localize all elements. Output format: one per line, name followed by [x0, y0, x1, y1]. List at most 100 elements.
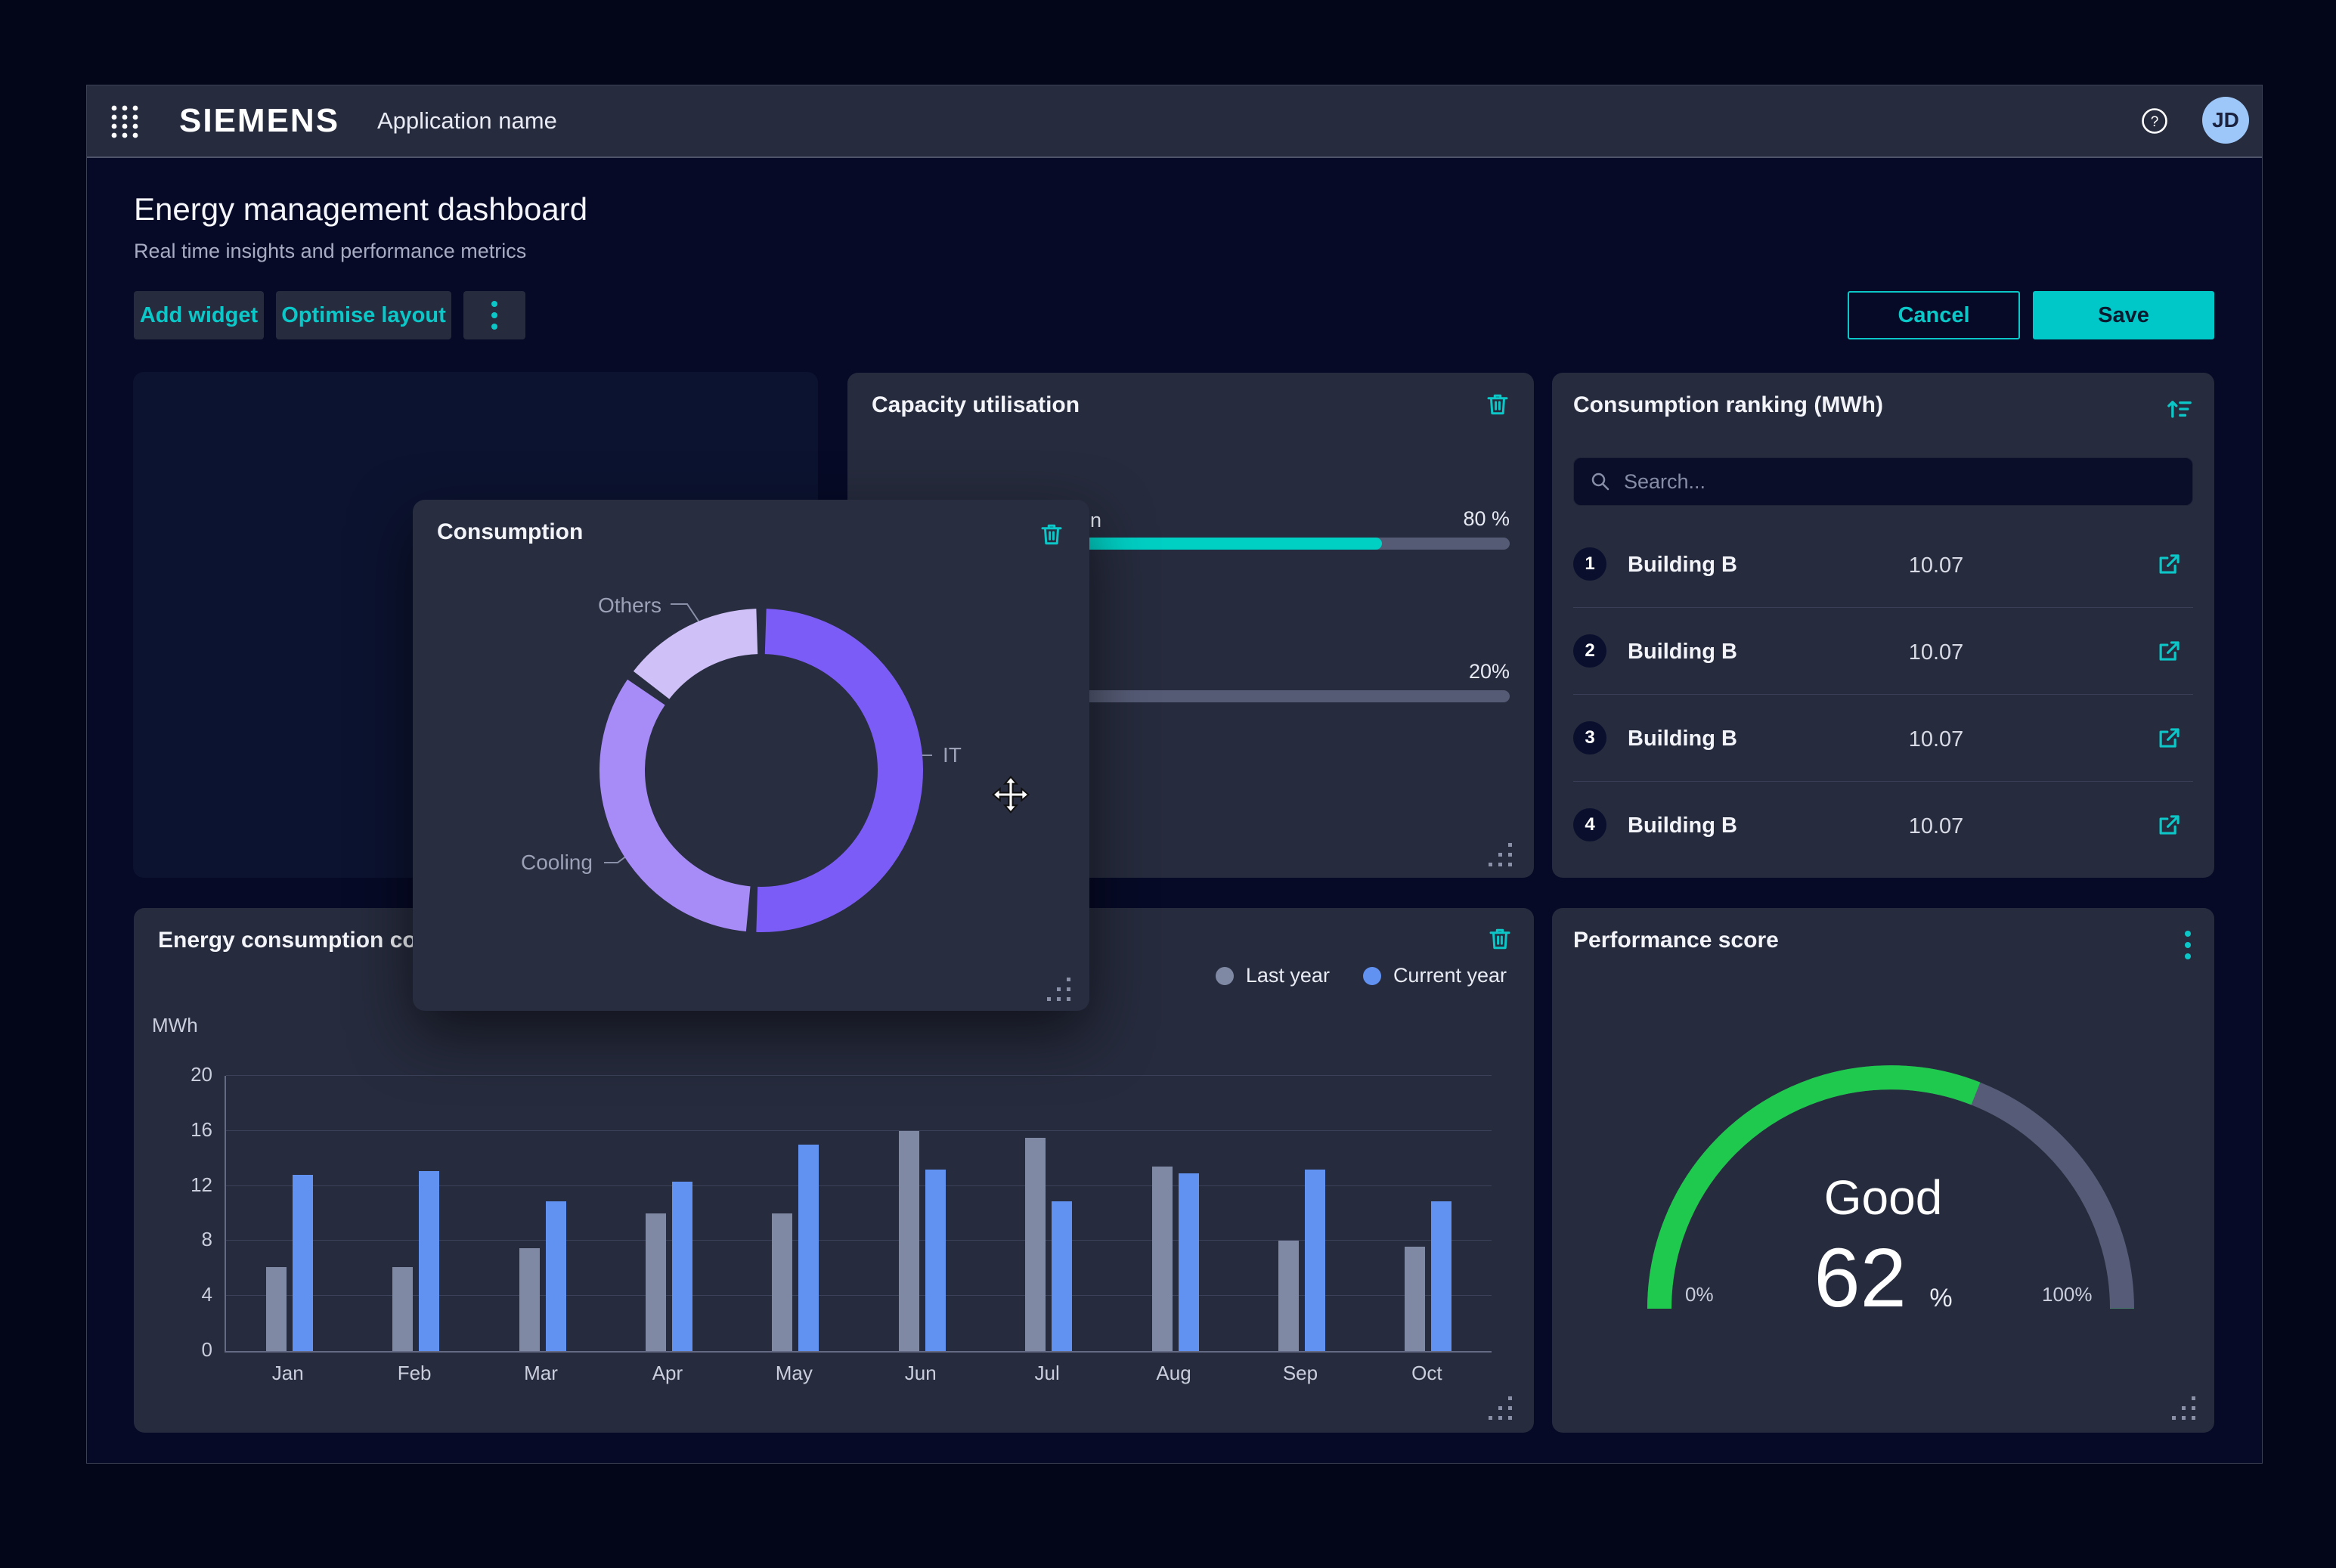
move-cursor — [991, 775, 1030, 814]
capacity-row2-value: 20% — [1469, 660, 1510, 683]
external-link-icon[interactable] — [2155, 637, 2184, 665]
y-axis-label: 12 — [191, 1173, 212, 1197]
page-title: Energy management dashboard — [134, 191, 587, 228]
legend-dot — [1216, 967, 1234, 985]
legend-label: Current year — [1393, 964, 1507, 987]
capacity-row1-label-fragment: n — [1090, 509, 1101, 532]
bar-last-year — [519, 1248, 540, 1352]
trash-icon[interactable] — [1486, 925, 1513, 953]
bar-group — [479, 1076, 606, 1351]
siemens-logo: SIEMENS — [179, 102, 339, 140]
x-axis-label: Mar — [478, 1362, 604, 1385]
bar-group — [1238, 1076, 1365, 1351]
y-axis-labels: 048121620 — [140, 1076, 212, 1351]
screen: SIEMENS Application name ? JD Energy man… — [0, 0, 2336, 1568]
legend-current-year: Current year — [1363, 964, 1507, 987]
rank-badge: 1 — [1573, 547, 1606, 581]
consumption-value: 10.07 — [1883, 727, 1989, 752]
consumption-value: 10.07 — [1883, 814, 1989, 839]
external-link-icon[interactable] — [2155, 724, 2184, 752]
building-name: Building B — [1628, 640, 1737, 665]
search-input[interactable] — [1622, 469, 2177, 494]
bar-last-year — [1025, 1138, 1046, 1351]
score-number: 62 — [1814, 1232, 1906, 1325]
bar-current-year — [1305, 1170, 1325, 1351]
avatar[interactable]: JD — [2202, 97, 2249, 144]
ranking-row[interactable]: 1 Building B 10.07 — [1573, 521, 2193, 608]
building-name: Building B — [1628, 553, 1737, 578]
gauge-status: Good — [1552, 1170, 2214, 1226]
rank-badge: 2 — [1573, 634, 1606, 668]
donut-svg — [413, 500, 1089, 1011]
y-axis-label: 8 — [202, 1228, 212, 1251]
capacity-title: Capacity utilisation — [872, 392, 1080, 418]
help-icon[interactable]: ? — [2141, 107, 2168, 135]
add-widget-button[interactable]: Add widget — [134, 291, 264, 339]
ranking-row[interactable]: 4 Building B 10.07 — [1573, 782, 2193, 868]
bar-group — [606, 1076, 732, 1351]
sort-icon[interactable] — [2164, 394, 2195, 424]
x-axis-label: Oct — [1364, 1362, 1490, 1385]
bar-group — [733, 1076, 859, 1351]
external-link-icon[interactable] — [2155, 550, 2184, 578]
x-axis-label: Sep — [1237, 1362, 1363, 1385]
resize-handle-icon[interactable] — [1487, 1395, 1514, 1422]
bar-current-year — [546, 1201, 566, 1351]
bar-last-year — [1405, 1247, 1425, 1351]
bar-group — [1112, 1076, 1238, 1351]
bar-current-year — [1052, 1201, 1072, 1351]
external-link-icon[interactable] — [2155, 810, 2184, 839]
y-axis-label: 0 — [202, 1338, 212, 1362]
bar-current-year — [293, 1175, 313, 1351]
svg-text:?: ? — [2151, 114, 2159, 130]
ranking-widget: Consumption ranking (MWh) 1 Building B 1… — [1552, 373, 2214, 878]
ranking-row[interactable]: 2 Building B 10.07 — [1573, 608, 2193, 695]
x-axis-label: May — [731, 1362, 857, 1385]
x-axis-label: Jul — [984, 1362, 1110, 1385]
others-leader-line — [671, 604, 699, 622]
app-launcher-icon[interactable] — [110, 104, 140, 140]
bar-current-year — [419, 1171, 439, 1351]
bar-group — [859, 1076, 985, 1351]
y-axis-label: 4 — [202, 1283, 212, 1306]
resize-handle-icon[interactable] — [1046, 976, 1073, 1003]
building-name: Building B — [1628, 727, 1737, 751]
toolbar-kebab-button[interactable] — [463, 291, 525, 339]
kebab-icon — [491, 299, 498, 331]
save-button[interactable]: Save — [2033, 291, 2214, 339]
y-axis-label: 16 — [191, 1118, 212, 1142]
consumption-value: 10.07 — [1883, 553, 1989, 578]
ranking-row[interactable]: 3 Building B 10.07 — [1573, 695, 2193, 782]
bar-last-year — [392, 1267, 413, 1351]
bar-current-year — [1431, 1201, 1451, 1351]
app-window: SIEMENS Application name ? JD Energy man… — [86, 85, 2263, 1464]
bar-group — [226, 1076, 352, 1351]
capacity-row1-value: 80 % — [1463, 507, 1510, 531]
bar-last-year — [772, 1213, 792, 1351]
bar-current-year — [1179, 1173, 1199, 1351]
bar-last-year — [899, 1131, 919, 1351]
consumption-widget-dragging[interactable]: Consumption Others IT Cooling — [413, 500, 1089, 1011]
resize-handle-icon[interactable] — [2170, 1395, 2198, 1422]
bar-group — [352, 1076, 479, 1351]
cancel-button[interactable]: Cancel — [1848, 291, 2020, 339]
bar-last-year — [646, 1213, 666, 1351]
ranking-list: 1 Building B 10.07 2 Building B 10.07 — [1573, 521, 2193, 868]
y-axis-unit: MWh — [152, 1014, 198, 1037]
donut-label-others: Others — [598, 593, 661, 618]
trash-icon[interactable] — [1484, 391, 1511, 418]
x-axis-label: Jun — [857, 1362, 984, 1385]
optimise-layout-button[interactable]: Optimise layout — [276, 291, 451, 339]
bar-chart-plot — [225, 1076, 1492, 1353]
y-axis-label: 20 — [191, 1063, 212, 1086]
bar-group — [1365, 1076, 1492, 1351]
score-unit: % — [1929, 1284, 1952, 1312]
bar-last-year — [1278, 1241, 1299, 1351]
resize-handle-icon[interactable] — [1487, 841, 1514, 869]
consumption-value: 10.07 — [1883, 640, 1989, 665]
building-name: Building B — [1628, 813, 1737, 838]
bar-plot-groups — [226, 1076, 1492, 1351]
performance-widget: Performance score 0% 100% Good 62 % — [1552, 908, 2214, 1433]
ranking-title: Consumption ranking (MWh) — [1573, 392, 1883, 418]
x-axis-label: Apr — [604, 1362, 730, 1385]
